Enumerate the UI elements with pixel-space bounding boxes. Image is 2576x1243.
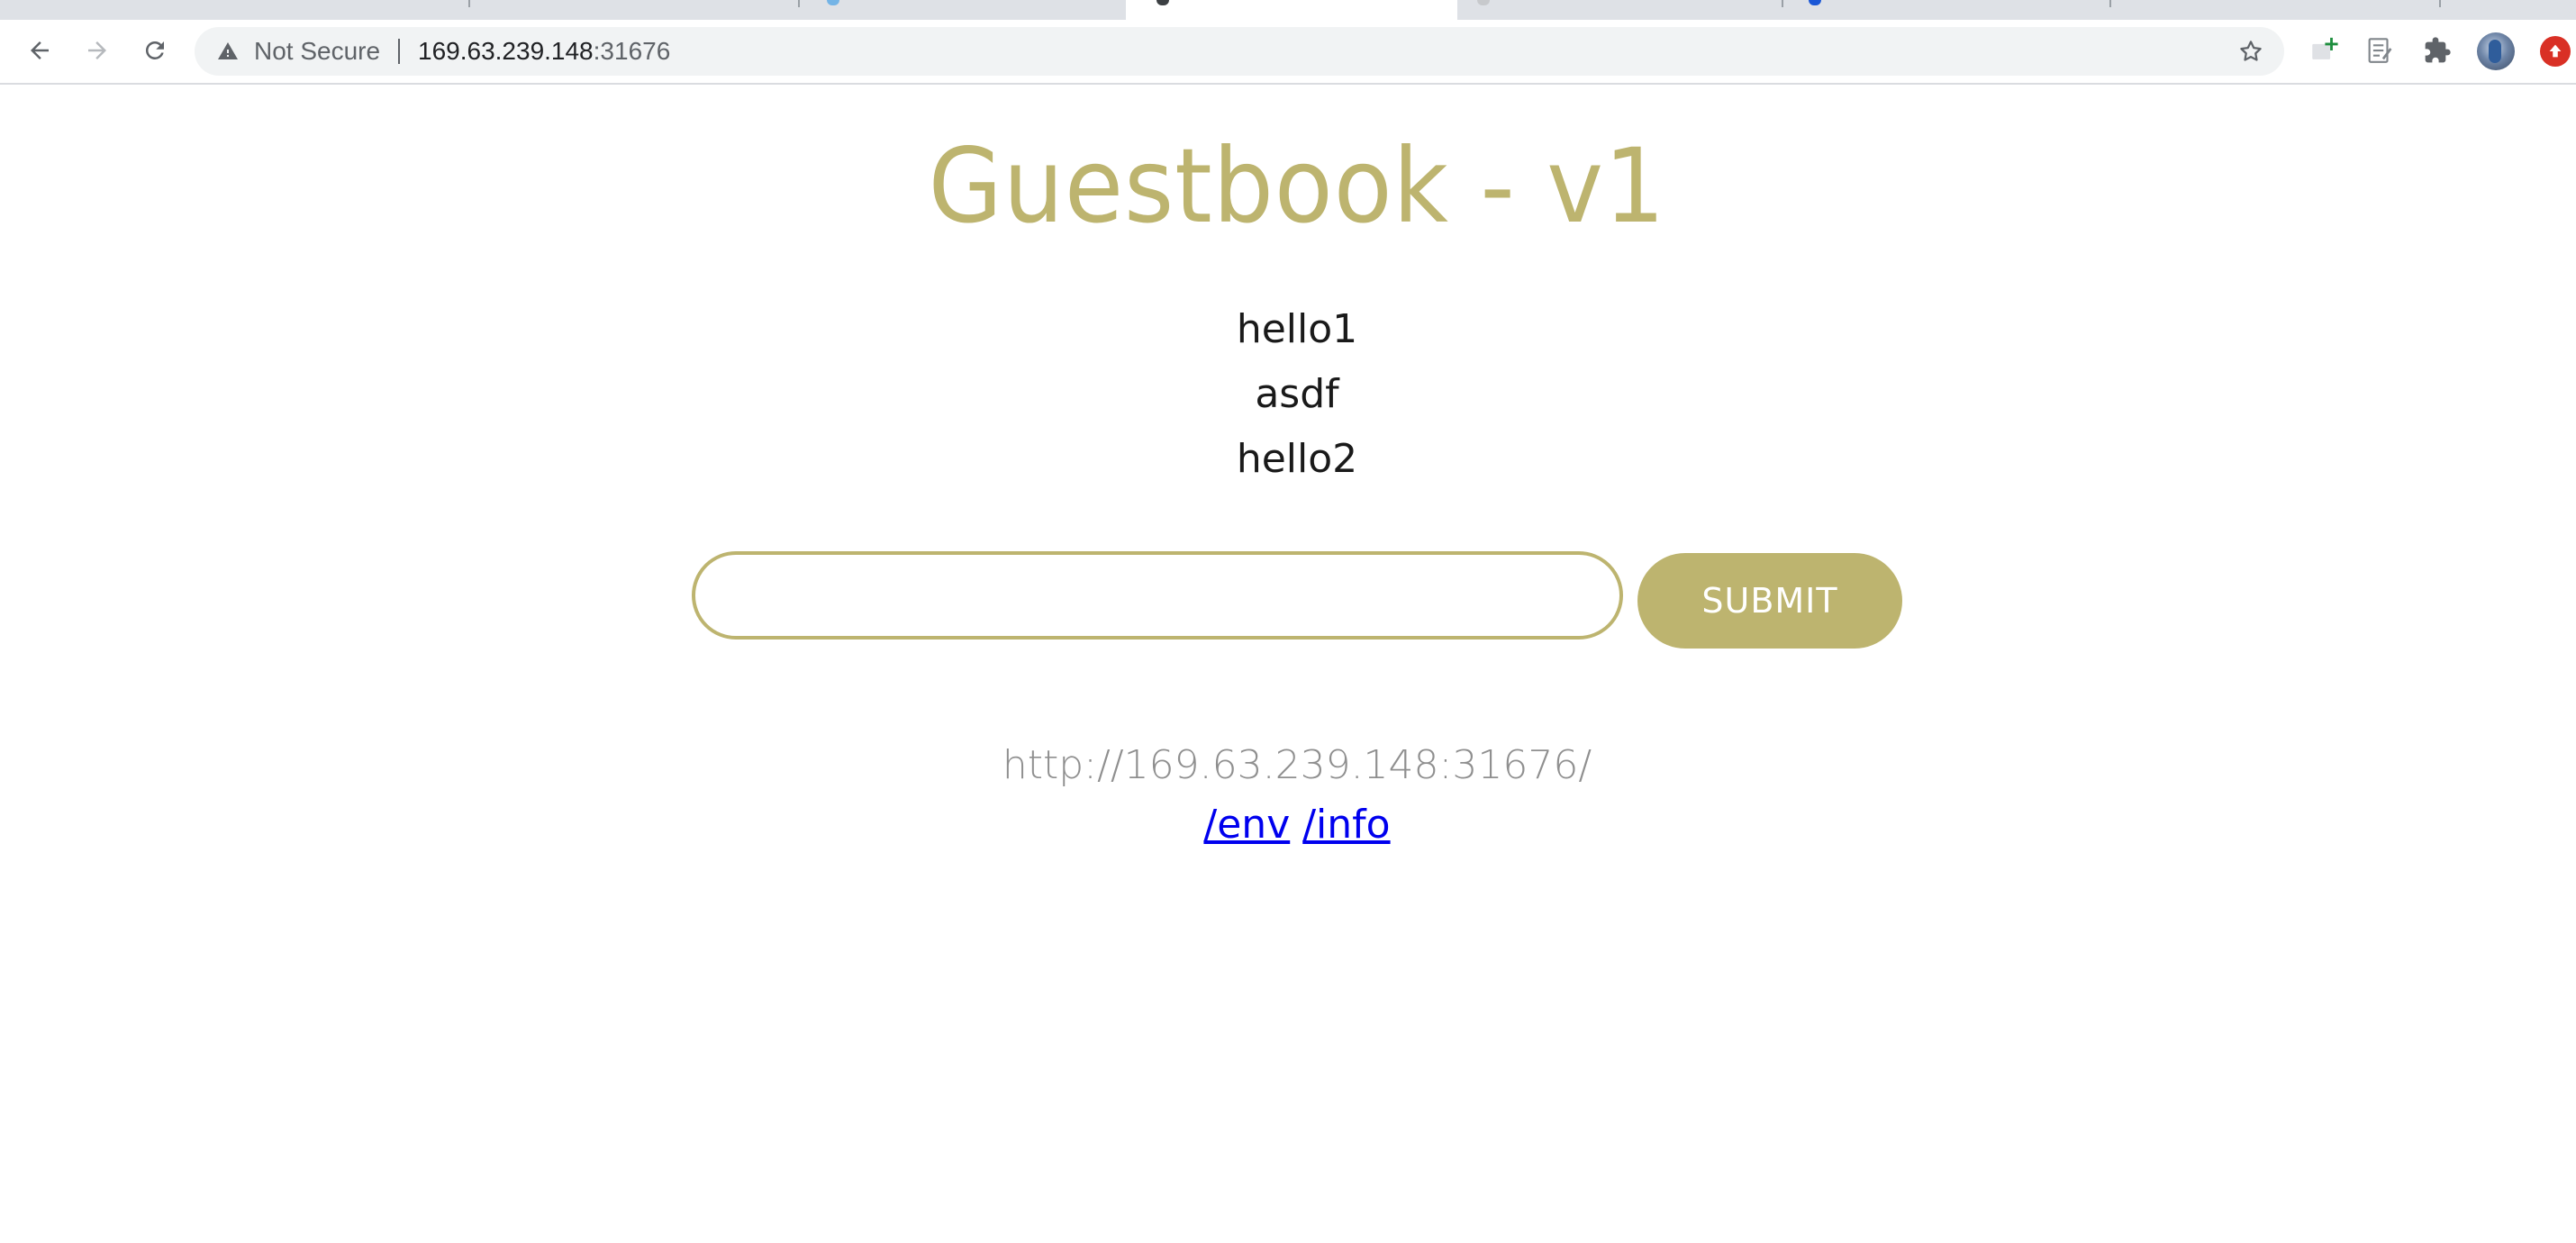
back-button[interactable]	[22, 32, 58, 68]
tab-separator	[468, 0, 470, 7]
forward-arrow-icon	[88, 41, 106, 59]
update-arrow-icon	[2549, 44, 2562, 58]
env-link[interactable]: /env	[1203, 802, 1290, 848]
url-port: :31676	[593, 37, 671, 65]
tab-favicon-icon	[1477, 0, 1490, 5]
security-status-label[interactable]: Not Secure	[254, 27, 380, 76]
browser-toolbar: Not Secure 169.63.239.148:31676	[0, 20, 2576, 85]
extension-add-button[interactable]	[2306, 32, 2342, 68]
address-divider	[398, 39, 400, 64]
tab-separator	[798, 0, 800, 7]
guestbook-entry: asdf	[1255, 371, 1339, 417]
address-bar[interactable]: Not Secure 169.63.239.148:31676	[195, 27, 2284, 76]
tab-separator	[1782, 0, 1783, 7]
reload-icon	[145, 41, 164, 59]
extension-notes-button[interactable]	[2362, 32, 2398, 68]
forward-button[interactable]	[79, 32, 115, 68]
back-arrow-icon	[31, 41, 49, 59]
reload-button[interactable]	[137, 32, 173, 68]
tab-favicon-icon	[1809, 0, 1821, 5]
update-button[interactable]	[2540, 36, 2571, 67]
submit-button[interactable]: SUBMIT	[1637, 553, 1902, 649]
guestbook-entry-input[interactable]	[692, 551, 1623, 640]
tab-favicon-icon	[1156, 0, 1169, 5]
notes-icon	[2368, 38, 2392, 63]
add-extension-icon	[2312, 37, 2338, 59]
tab-separator	[2439, 0, 2441, 7]
page-title: Guestbook - v1	[928, 126, 1666, 246]
host-address-text: http://169.63.239.148:31676/	[1002, 742, 1592, 788]
url-host: 169.63.239.148	[418, 37, 594, 65]
tab-strip	[0, 0, 2576, 20]
profile-avatar[interactable]	[2477, 32, 2515, 70]
tab-separator	[2109, 0, 2111, 7]
info-link[interactable]: /info	[1302, 802, 1390, 848]
url-text[interactable]: 169.63.239.148:31676	[418, 27, 670, 76]
puzzle-icon	[2425, 37, 2451, 63]
warning-triangle-icon	[218, 42, 238, 59]
extensions-button[interactable]	[2419, 32, 2455, 68]
star-icon[interactable]	[2237, 38, 2264, 65]
guestbook-entry: hello1	[1236, 306, 1358, 352]
page-content: Guestbook - v1 hello1 asdf hello2 SUBMIT…	[0, 85, 2576, 1243]
tab-active[interactable]	[1126, 0, 1457, 20]
tab-favicon-icon	[827, 0, 839, 5]
guestbook-entries: hello1 asdf hello2	[0, 297, 2576, 492]
info-links: /env /info	[0, 798, 2576, 852]
guestbook-entry: hello2	[1236, 436, 1358, 482]
